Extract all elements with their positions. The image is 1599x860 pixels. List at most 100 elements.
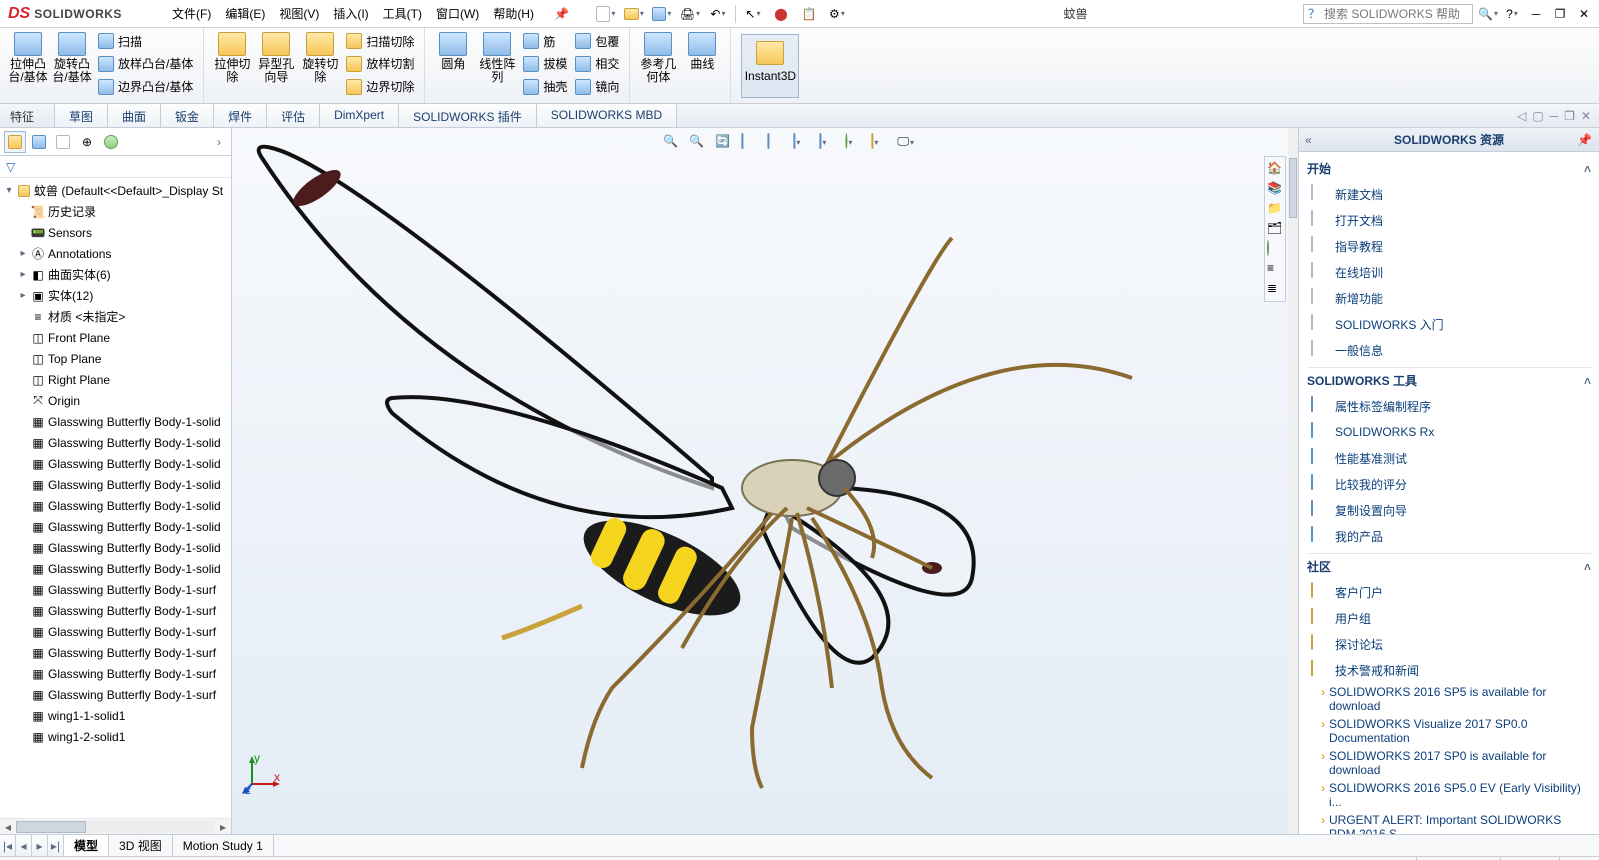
scroll-thumb[interactable] — [16, 821, 86, 833]
feature-tree[interactable]: ▾ 蚊兽 (Default<<Default>_Display St 📜历史记录… — [0, 178, 231, 818]
mirror-button[interactable]: 镜向 — [571, 76, 623, 98]
rib-button[interactable]: 筋 — [519, 30, 571, 52]
menu-window[interactable]: 窗口(W) — [430, 3, 485, 24]
minimize-icon[interactable]: ─ — [1527, 5, 1545, 23]
menu-help[interactable]: 帮助(H) — [487, 3, 540, 24]
tree-hscrollbar[interactable]: ◂ ▸ — [0, 818, 231, 834]
tree-item[interactable]: ▦Glasswing Butterfly Body-1-surf — [0, 684, 231, 705]
tp-custom-props-icon[interactable]: ≡ — [1267, 261, 1283, 277]
save-icon[interactable]: ▾ — [651, 3, 673, 25]
tp-tools-item[interactable]: 我的产品 — [1307, 523, 1591, 549]
tp-start-item[interactable]: 在线培训 — [1307, 259, 1591, 285]
undo-icon[interactable]: ↶▾ — [707, 3, 729, 25]
feature-manager-tab-icon[interactable] — [4, 131, 26, 153]
tp-news-item[interactable]: ›SOLIDWORKS 2017 SP0 is available for do… — [1307, 747, 1591, 779]
revolve-boss-button[interactable]: 旋转凸台/基体 — [50, 30, 94, 86]
dimxpert-manager-tab-icon[interactable]: ⊕ — [76, 131, 98, 153]
curves-button[interactable]: 曲线 — [680, 30, 724, 73]
rebuild-icon[interactable]: ⬤ — [770, 3, 792, 25]
tree-item[interactable]: ▦Glasswing Butterfly Body-1-surf — [0, 579, 231, 600]
tab-surface[interactable]: 曲面 — [108, 104, 161, 127]
open-icon[interactable]: ▾ — [623, 3, 645, 25]
tp-start-item[interactable]: 新增功能 — [1307, 285, 1591, 311]
tp-comm-item[interactable]: 客户门户 — [1307, 579, 1591, 605]
configuration-manager-tab-icon[interactable] — [52, 131, 74, 153]
draft-button[interactable]: 拔模 — [519, 53, 571, 75]
tree-item[interactable]: ▦Glasswing Butterfly Body-1-solid — [0, 432, 231, 453]
tp-news-item[interactable]: ›URGENT ALERT: Important SOLIDWORKS PDM … — [1307, 811, 1591, 834]
tree-item[interactable]: ▦Glasswing Butterfly Body-1-surf — [0, 642, 231, 663]
bottom-tab-motion[interactable]: Motion Study 1 — [173, 835, 274, 856]
settings-icon[interactable]: ⚙▾ — [826, 3, 848, 25]
menu-insert[interactable]: 插入(I) — [327, 3, 374, 24]
tp-start-item[interactable]: 一般信息 — [1307, 337, 1591, 363]
tree-item[interactable]: ▦Glasswing Butterfly Body-1-solid — [0, 516, 231, 537]
tp-tools-item[interactable]: SOLIDWORKS Rx — [1307, 419, 1591, 445]
doc-minimize-icon[interactable]: ─ — [1550, 109, 1559, 123]
restore-icon[interactable]: ❐ — [1551, 5, 1569, 23]
tp-tools-item[interactable]: 属性标签编制程序 — [1307, 393, 1591, 419]
tp-forum-icon[interactable]: ≣ — [1267, 281, 1283, 297]
boundary-cut-button[interactable]: 边界切除 — [342, 76, 418, 98]
pin-icon[interactable]: 📌 — [548, 5, 575, 23]
filter-funnel-icon[interactable]: ▽ — [6, 160, 15, 174]
sweep-boss-button[interactable]: 扫描 — [94, 30, 197, 52]
revolve-cut-button[interactable]: 旋转切除 — [298, 30, 342, 86]
wrap-button[interactable]: 包覆 — [571, 30, 623, 52]
tree-item[interactable]: ◫Right Plane — [0, 369, 231, 390]
tab-evaluate[interactable]: 评估 — [267, 104, 320, 127]
tp-comm-item[interactable]: 技术警戒和新闻 — [1307, 657, 1591, 683]
tree-item[interactable]: ▦wing1-1-solid1 — [0, 705, 231, 726]
manager-tabs-more-icon[interactable]: › — [211, 135, 227, 149]
tp-tools-item[interactable]: 比较我的评分 — [1307, 471, 1591, 497]
scroll-left-icon[interactable]: ◂ — [0, 820, 16, 834]
tree-item[interactable]: ≡材质 <未指定> — [0, 306, 231, 327]
tp-comm-item[interactable]: 用户组 — [1307, 605, 1591, 631]
extrude-cut-button[interactable]: 拉伸切除 — [210, 30, 254, 86]
search-glass-icon[interactable]: 🔍▾ — [1479, 5, 1497, 23]
tree-item[interactable]: ◫Front Plane — [0, 327, 231, 348]
display-manager-tab-icon[interactable] — [100, 131, 122, 153]
tree-item[interactable]: 📟Sensors — [0, 222, 231, 243]
tab-weldment[interactable]: 焊件 — [214, 104, 267, 127]
fillet-button[interactable]: 圆角 — [431, 30, 475, 73]
tp-appearances-icon[interactable] — [1267, 241, 1283, 257]
tab-last-icon[interactable]: ▸| — [48, 835, 64, 856]
boundary-boss-button[interactable]: 边界凸台/基体 — [94, 76, 197, 98]
doc-prev-icon[interactable]: ◁ — [1517, 109, 1526, 123]
menu-view[interactable]: 视图(V) — [273, 3, 325, 24]
help-icon[interactable]: ?▾ — [1503, 5, 1521, 23]
viewport-vscrollbar[interactable] — [1288, 128, 1298, 834]
tp-start-item[interactable]: SOLIDWORKS 入门 — [1307, 311, 1591, 337]
tp-news-item[interactable]: ›SOLIDWORKS Visualize 2017 SP0.0 Documen… — [1307, 715, 1591, 747]
tree-item[interactable]: ▸ⒶAnnotations — [0, 243, 231, 264]
bottom-tab-3dview[interactable]: 3D 视图 — [109, 835, 173, 856]
tree-item[interactable]: ▦Glasswing Butterfly Body-1-solid — [0, 453, 231, 474]
tab-addins[interactable]: SOLIDWORKS 插件 — [399, 104, 537, 127]
options-icon[interactable]: 📋 — [798, 3, 820, 25]
tree-item[interactable]: ⤧Origin — [0, 390, 231, 411]
tab-first-icon[interactable]: |◂ — [0, 835, 16, 856]
tree-item[interactable]: ▦Glasswing Butterfly Body-1-solid — [0, 411, 231, 432]
tp-tools-item[interactable]: 性能基准测试 — [1307, 445, 1591, 471]
tree-item[interactable]: ▦Glasswing Butterfly Body-1-solid — [0, 474, 231, 495]
bottom-tab-model[interactable]: 模型 — [64, 835, 109, 856]
tp-design-library-icon[interactable]: 📚 — [1267, 181, 1283, 197]
tree-item[interactable]: ▦Glasswing Butterfly Body-1-solid — [0, 537, 231, 558]
vscroll-thumb[interactable] — [1289, 158, 1297, 218]
reference-geometry-button[interactable]: 参考几何体 — [636, 30, 680, 86]
help-search-input[interactable]: ？ 搜索 SOLIDWORKS 帮助 — [1303, 4, 1473, 24]
taskpane-collapse-icon[interactable]: « — [1305, 133, 1321, 147]
doc-restore-icon[interactable]: ❐ — [1564, 109, 1575, 123]
intersect-button[interactable]: 相交 — [571, 53, 623, 75]
scroll-right-icon[interactable]: ▸ — [215, 820, 231, 834]
graphics-viewport[interactable]: 🔍 🔍 🔄 ▾ ▾ ▾ ▾ 🖵▾ 🏠 📚 📁 🗂 ≡ ≣ — [232, 128, 1299, 834]
tp-tools-item[interactable]: 复制设置向导 — [1307, 497, 1591, 523]
hole-wizard-button[interactable]: 异型孔向导 — [254, 30, 298, 86]
tab-dimxpert[interactable]: DimXpert — [320, 104, 399, 127]
tree-item[interactable]: ▦wing1-2-solid1 — [0, 726, 231, 747]
section-start[interactable]: 开始˄ — [1307, 156, 1591, 181]
loft-boss-button[interactable]: 放样凸台/基体 — [94, 53, 197, 75]
menu-tools[interactable]: 工具(T) — [377, 3, 428, 24]
select-icon[interactable]: ↖▾ — [742, 3, 764, 25]
